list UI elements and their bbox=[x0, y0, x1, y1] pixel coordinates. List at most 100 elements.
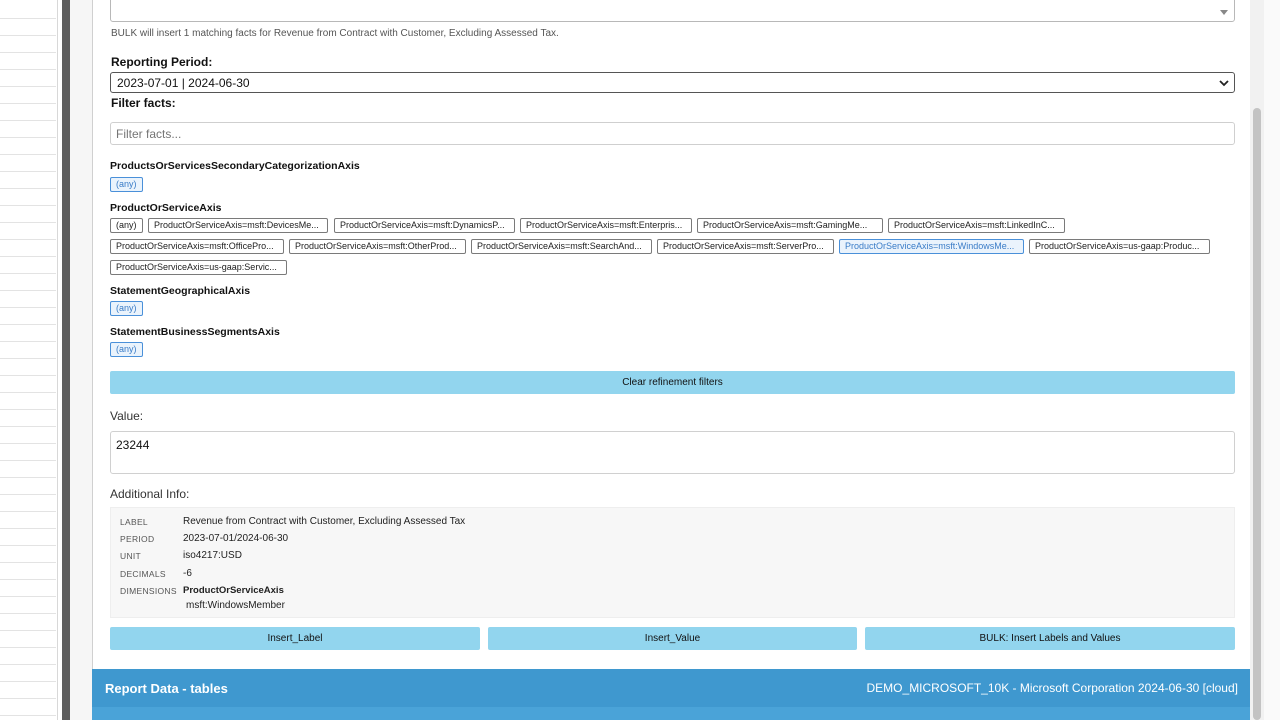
grid-row-line bbox=[0, 341, 56, 342]
pane-gutter bbox=[70, 0, 92, 720]
grid-row-line bbox=[0, 103, 56, 104]
grid-row-line bbox=[0, 171, 56, 172]
grid-row-line bbox=[0, 528, 56, 529]
grid-row-line bbox=[0, 664, 56, 665]
chip-server[interactable]: ProductOrServiceAxis=msft:ServerPro... bbox=[657, 239, 834, 254]
grid-row-line bbox=[0, 205, 56, 206]
chip-dynamics[interactable]: ProductOrServiceAxis=msft:DynamicsP... bbox=[334, 218, 515, 233]
grid-row-line bbox=[0, 307, 56, 308]
grid-row-line bbox=[0, 545, 56, 546]
report-data-title: Report Data - tables bbox=[105, 681, 228, 696]
info-key-unit: UNIT bbox=[120, 551, 142, 561]
filter-facts-label: Filter facts: bbox=[111, 96, 176, 110]
value-text: 23244 bbox=[116, 438, 150, 452]
grid-row-line bbox=[0, 715, 56, 716]
grid-row-line bbox=[0, 426, 56, 427]
additional-info-label: Additional Info: bbox=[110, 487, 190, 501]
grid-row-line bbox=[0, 409, 56, 410]
pane-splitter[interactable] bbox=[62, 0, 70, 720]
grid-row-line bbox=[0, 511, 56, 512]
clear-refinement-filters-button[interactable]: Clear refinement filters bbox=[110, 371, 1235, 394]
info-dimension-axis: ProductOrServiceAxis bbox=[183, 585, 284, 596]
chevron-down-icon bbox=[1220, 10, 1228, 15]
insert-value-button[interactable]: Insert_Value bbox=[488, 627, 857, 650]
grid-row-line bbox=[0, 358, 56, 359]
axis-name: StatementBusinessSegmentsAxis bbox=[110, 326, 280, 338]
grid-row-line bbox=[0, 579, 56, 580]
chevron-down-icon bbox=[1219, 80, 1229, 87]
grid-row-line bbox=[0, 647, 56, 648]
chip-any[interactable]: (any) bbox=[110, 342, 143, 357]
concept-select[interactable] bbox=[110, 0, 1235, 22]
grid-row-line bbox=[0, 290, 56, 291]
info-decimals-value: -6 bbox=[183, 568, 192, 579]
report-data-next-section[interactable] bbox=[92, 707, 1250, 720]
info-key-period: PERIOD bbox=[120, 534, 155, 544]
grid-row-line bbox=[0, 18, 56, 19]
grid-row-line bbox=[0, 222, 56, 223]
chip-any[interactable]: (any) bbox=[110, 177, 143, 192]
chip-any[interactable]: (any) bbox=[110, 218, 143, 233]
grid-row-line bbox=[0, 188, 56, 189]
task-pane: BULK will insert 1 matching facts for Re… bbox=[92, 0, 1250, 720]
info-dimension-member: msft:WindowsMember bbox=[186, 600, 285, 611]
chip-windows[interactable]: ProductOrServiceAxis=msft:WindowsMe... bbox=[839, 239, 1024, 254]
chip-office[interactable]: ProductOrServiceAxis=msft:OfficePro... bbox=[110, 239, 284, 254]
grid-row-line bbox=[0, 35, 56, 36]
chip-enterprise[interactable]: ProductOrServiceAxis=msft:Enterpris... bbox=[520, 218, 692, 233]
grid-row-line bbox=[0, 630, 56, 631]
grid-row-line bbox=[0, 86, 56, 87]
grid-row-line bbox=[0, 562, 56, 563]
chip-linkedin[interactable]: ProductOrServiceAxis=msft:LinkedInC... bbox=[888, 218, 1065, 233]
info-period-value: 2023-07-01/2024-06-30 bbox=[183, 533, 289, 544]
grid-row-line bbox=[0, 494, 56, 495]
grid-row-line bbox=[0, 324, 56, 325]
grid-row-line bbox=[0, 392, 56, 393]
additional-info-panel: LABEL Revenue from Contract with Custome… bbox=[110, 507, 1235, 618]
scrollbar-thumb[interactable] bbox=[1253, 108, 1261, 720]
grid-row-line bbox=[0, 460, 56, 461]
grid-row-line bbox=[0, 443, 56, 444]
bulk-insert-button[interactable]: BULK: Insert Labels and Values bbox=[865, 627, 1235, 650]
spreadsheet-grid bbox=[0, 0, 58, 720]
info-key-decimals: DECIMALS bbox=[120, 569, 166, 579]
grid-row-line bbox=[0, 375, 56, 376]
chip-usgaap-product[interactable]: ProductOrServiceAxis=us-gaap:Produc... bbox=[1029, 239, 1210, 254]
info-label-value: Revenue from Contract with Customer, Exc… bbox=[183, 516, 466, 527]
grid-row-line bbox=[0, 256, 56, 257]
axis-name: StatementGeographicalAxis bbox=[110, 285, 251, 297]
chip-devices[interactable]: ProductOrServiceAxis=msft:DevicesMe... bbox=[148, 218, 328, 233]
axis-name: ProductOrServiceAxis bbox=[110, 202, 222, 214]
grid-row-line bbox=[0, 596, 56, 597]
chip-gaming[interactable]: ProductOrServiceAxis=msft:GamingMe... bbox=[697, 218, 883, 233]
reporting-period-label: Reporting Period: bbox=[111, 55, 213, 69]
chip-any[interactable]: (any) bbox=[110, 301, 143, 316]
value-label: Value: bbox=[110, 409, 144, 423]
info-key-label: LABEL bbox=[120, 517, 148, 527]
grid-row-line bbox=[0, 154, 56, 155]
reporting-period-value: 2023-07-01 | 2024-06-30 bbox=[117, 76, 250, 90]
grid-row-line bbox=[0, 239, 56, 240]
chip-other[interactable]: ProductOrServiceAxis=msft:OtherProd... bbox=[289, 239, 466, 254]
report-data-header[interactable]: Report Data - tables DEMO_MICROSOFT_10K … bbox=[92, 669, 1250, 707]
grid-row-line bbox=[0, 52, 56, 53]
grid-row-line bbox=[0, 698, 56, 699]
bulk-note: BULK will insert 1 matching facts for Re… bbox=[111, 28, 559, 39]
filter-facts-input[interactable] bbox=[110, 122, 1235, 145]
value-field[interactable]: 23244 bbox=[110, 431, 1235, 474]
info-key-dimensions: DIMENSIONS bbox=[120, 586, 177, 596]
info-unit-value: iso4217:USD bbox=[183, 550, 242, 561]
report-data-source: DEMO_MICROSOFT_10K - Microsoft Corporati… bbox=[866, 681, 1238, 695]
chip-usgaap-service[interactable]: ProductOrServiceAxis=us-gaap:Servic... bbox=[110, 260, 287, 275]
grid-row-line bbox=[0, 69, 56, 70]
insert-label-button[interactable]: Insert_Label bbox=[110, 627, 480, 650]
grid-row-line bbox=[0, 477, 56, 478]
chip-search[interactable]: ProductOrServiceAxis=msft:SearchAnd... bbox=[471, 239, 652, 254]
reporting-period-select[interactable]: 2023-07-01 | 2024-06-30 bbox=[110, 72, 1235, 93]
grid-row-line bbox=[0, 681, 56, 682]
grid-row-line bbox=[0, 120, 56, 121]
axis-name: ProductsOrServicesSecondaryCategorizatio… bbox=[110, 160, 360, 172]
grid-row-line bbox=[0, 137, 56, 138]
grid-row-line bbox=[0, 273, 56, 274]
window-edge bbox=[1264, 0, 1280, 720]
